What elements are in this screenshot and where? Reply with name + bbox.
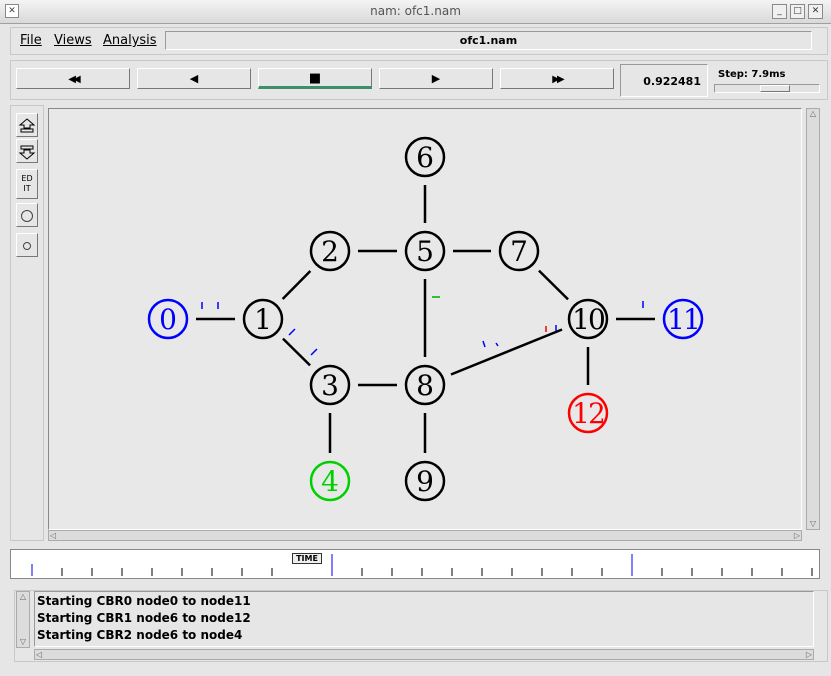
log-scroll-up-icon[interactable]: △ <box>17 592 29 602</box>
node-10[interactable]: 10 <box>567 298 609 340</box>
log-line: Starting CBR1 node6 to node12 <box>37 611 251 625</box>
filename-display: ofc1.nam <box>165 31 812 50</box>
node-4[interactable]: 4 <box>309 460 351 502</box>
rewind-icon: ◀ <box>189 72 199 85</box>
menu-views[interactable]: Views <box>54 33 92 48</box>
node-0[interactable]: 0 <box>147 298 189 340</box>
zoom-out-icon <box>18 145 36 160</box>
node-label: 6 <box>416 141 434 174</box>
log-scroll-left-icon[interactable]: ◁ <box>36 650 42 660</box>
step-slider-thumb[interactable] <box>760 85 790 92</box>
node-11[interactable]: 11 <box>662 298 704 340</box>
node-1[interactable]: 1 <box>242 298 284 340</box>
rewind-fast-icon: ◀◀ <box>68 74 81 85</box>
node-5[interactable]: 5 <box>404 230 446 272</box>
node-3[interactable]: 3 <box>309 364 351 406</box>
time-marker[interactable]: TIME <box>292 553 322 564</box>
node-label: 0 <box>159 303 177 336</box>
time-slider[interactable] <box>10 549 820 579</box>
link-8-10[interactable] <box>450 328 563 376</box>
small-node-tool[interactable] <box>16 233 38 257</box>
node-label: 3 <box>321 369 339 402</box>
packet-marker <box>495 342 499 347</box>
play-icon: ▶ <box>431 72 441 85</box>
scroll-left-icon[interactable]: ◁ <box>50 531 56 541</box>
log-hscrollbar[interactable]: ◁ ▷ <box>34 649 814 660</box>
forward-fast-icon: ▶▶ <box>552 74 565 85</box>
node-label: 9 <box>416 465 434 498</box>
log-line: Starting CBR2 node6 to node4 <box>37 628 243 642</box>
large-circle-icon <box>21 210 33 222</box>
node-8[interactable]: 8 <box>404 364 446 406</box>
log-vscrollbar[interactable]: △ ▽ <box>16 591 30 648</box>
menu-file[interactable]: File <box>20 33 42 48</box>
node-6[interactable]: 6 <box>404 136 446 178</box>
node-label: 11 <box>667 303 699 336</box>
packet-marker <box>310 348 318 356</box>
minimize-button[interactable]: _ <box>772 4 787 19</box>
node-label: 1 <box>254 303 272 336</box>
node-12[interactable]: 12 <box>567 392 609 434</box>
log-line: Starting CBR0 node0 to node11 <box>37 594 251 608</box>
canvas-hscrollbar[interactable]: ◁ ▷ <box>48 530 802 541</box>
forward-fast-button[interactable]: ▶▶ <box>500 68 614 89</box>
close-button[interactable]: ✕ <box>808 4 823 19</box>
window-title: nam: ofc1.nam <box>370 4 461 18</box>
node-label: 2 <box>321 235 339 268</box>
link-1-2[interactable] <box>281 270 312 300</box>
link-1-3[interactable] <box>282 337 311 367</box>
network-canvas[interactable]: 0 1 2 3 4 5 6 7 8 9 10 11 12 <box>48 108 802 530</box>
step-label: Step: 7.9ms <box>718 69 786 80</box>
scroll-down-icon[interactable]: ▽ <box>807 519 819 529</box>
maximize-button[interactable]: □ <box>790 4 805 19</box>
node-label: 4 <box>321 465 339 498</box>
zoom-in-button[interactable] <box>16 113 38 137</box>
small-circle-icon <box>23 242 31 250</box>
timeline-ticks <box>31 554 813 576</box>
link-7-10[interactable] <box>538 269 569 301</box>
packet-marker <box>482 340 486 348</box>
node-label: 12 <box>572 397 604 430</box>
node-label: 10 <box>572 303 604 336</box>
stop-icon: ■ <box>308 71 322 86</box>
node-2[interactable]: 2 <box>309 230 351 272</box>
node-9[interactable]: 9 <box>404 460 446 502</box>
large-node-tool[interactable] <box>16 203 38 227</box>
menu-analysis[interactable]: Analysis <box>103 33 157 48</box>
stop-button[interactable]: ■ <box>258 68 372 89</box>
network-topology[interactable]: 0 12345678910 1112 <box>49 109 801 529</box>
edit-button[interactable]: ED IT <box>16 169 38 199</box>
scroll-up-icon[interactable]: △ <box>807 109 819 119</box>
node-7[interactable]: 7 <box>498 230 540 272</box>
zoom-out-button[interactable] <box>16 139 38 163</box>
log-scroll-down-icon[interactable]: ▽ <box>17 637 29 647</box>
log-scroll-right-icon[interactable]: ▷ <box>806 650 812 660</box>
rewind-fast-button[interactable]: ◀◀ <box>16 68 130 89</box>
zoom-in-icon <box>18 118 36 133</box>
packet-marker <box>288 328 296 336</box>
rewind-button[interactable]: ◀ <box>137 68 251 89</box>
node-label: 7 <box>510 235 528 268</box>
node-label: 5 <box>416 235 434 268</box>
node-label: 8 <box>416 369 434 402</box>
sim-time-display: 0.922481 <box>620 64 708 97</box>
scroll-right-icon[interactable]: ▷ <box>794 531 800 541</box>
play-button[interactable]: ▶ <box>379 68 493 89</box>
canvas-vscrollbar[interactable]: △ ▽ <box>806 108 820 530</box>
